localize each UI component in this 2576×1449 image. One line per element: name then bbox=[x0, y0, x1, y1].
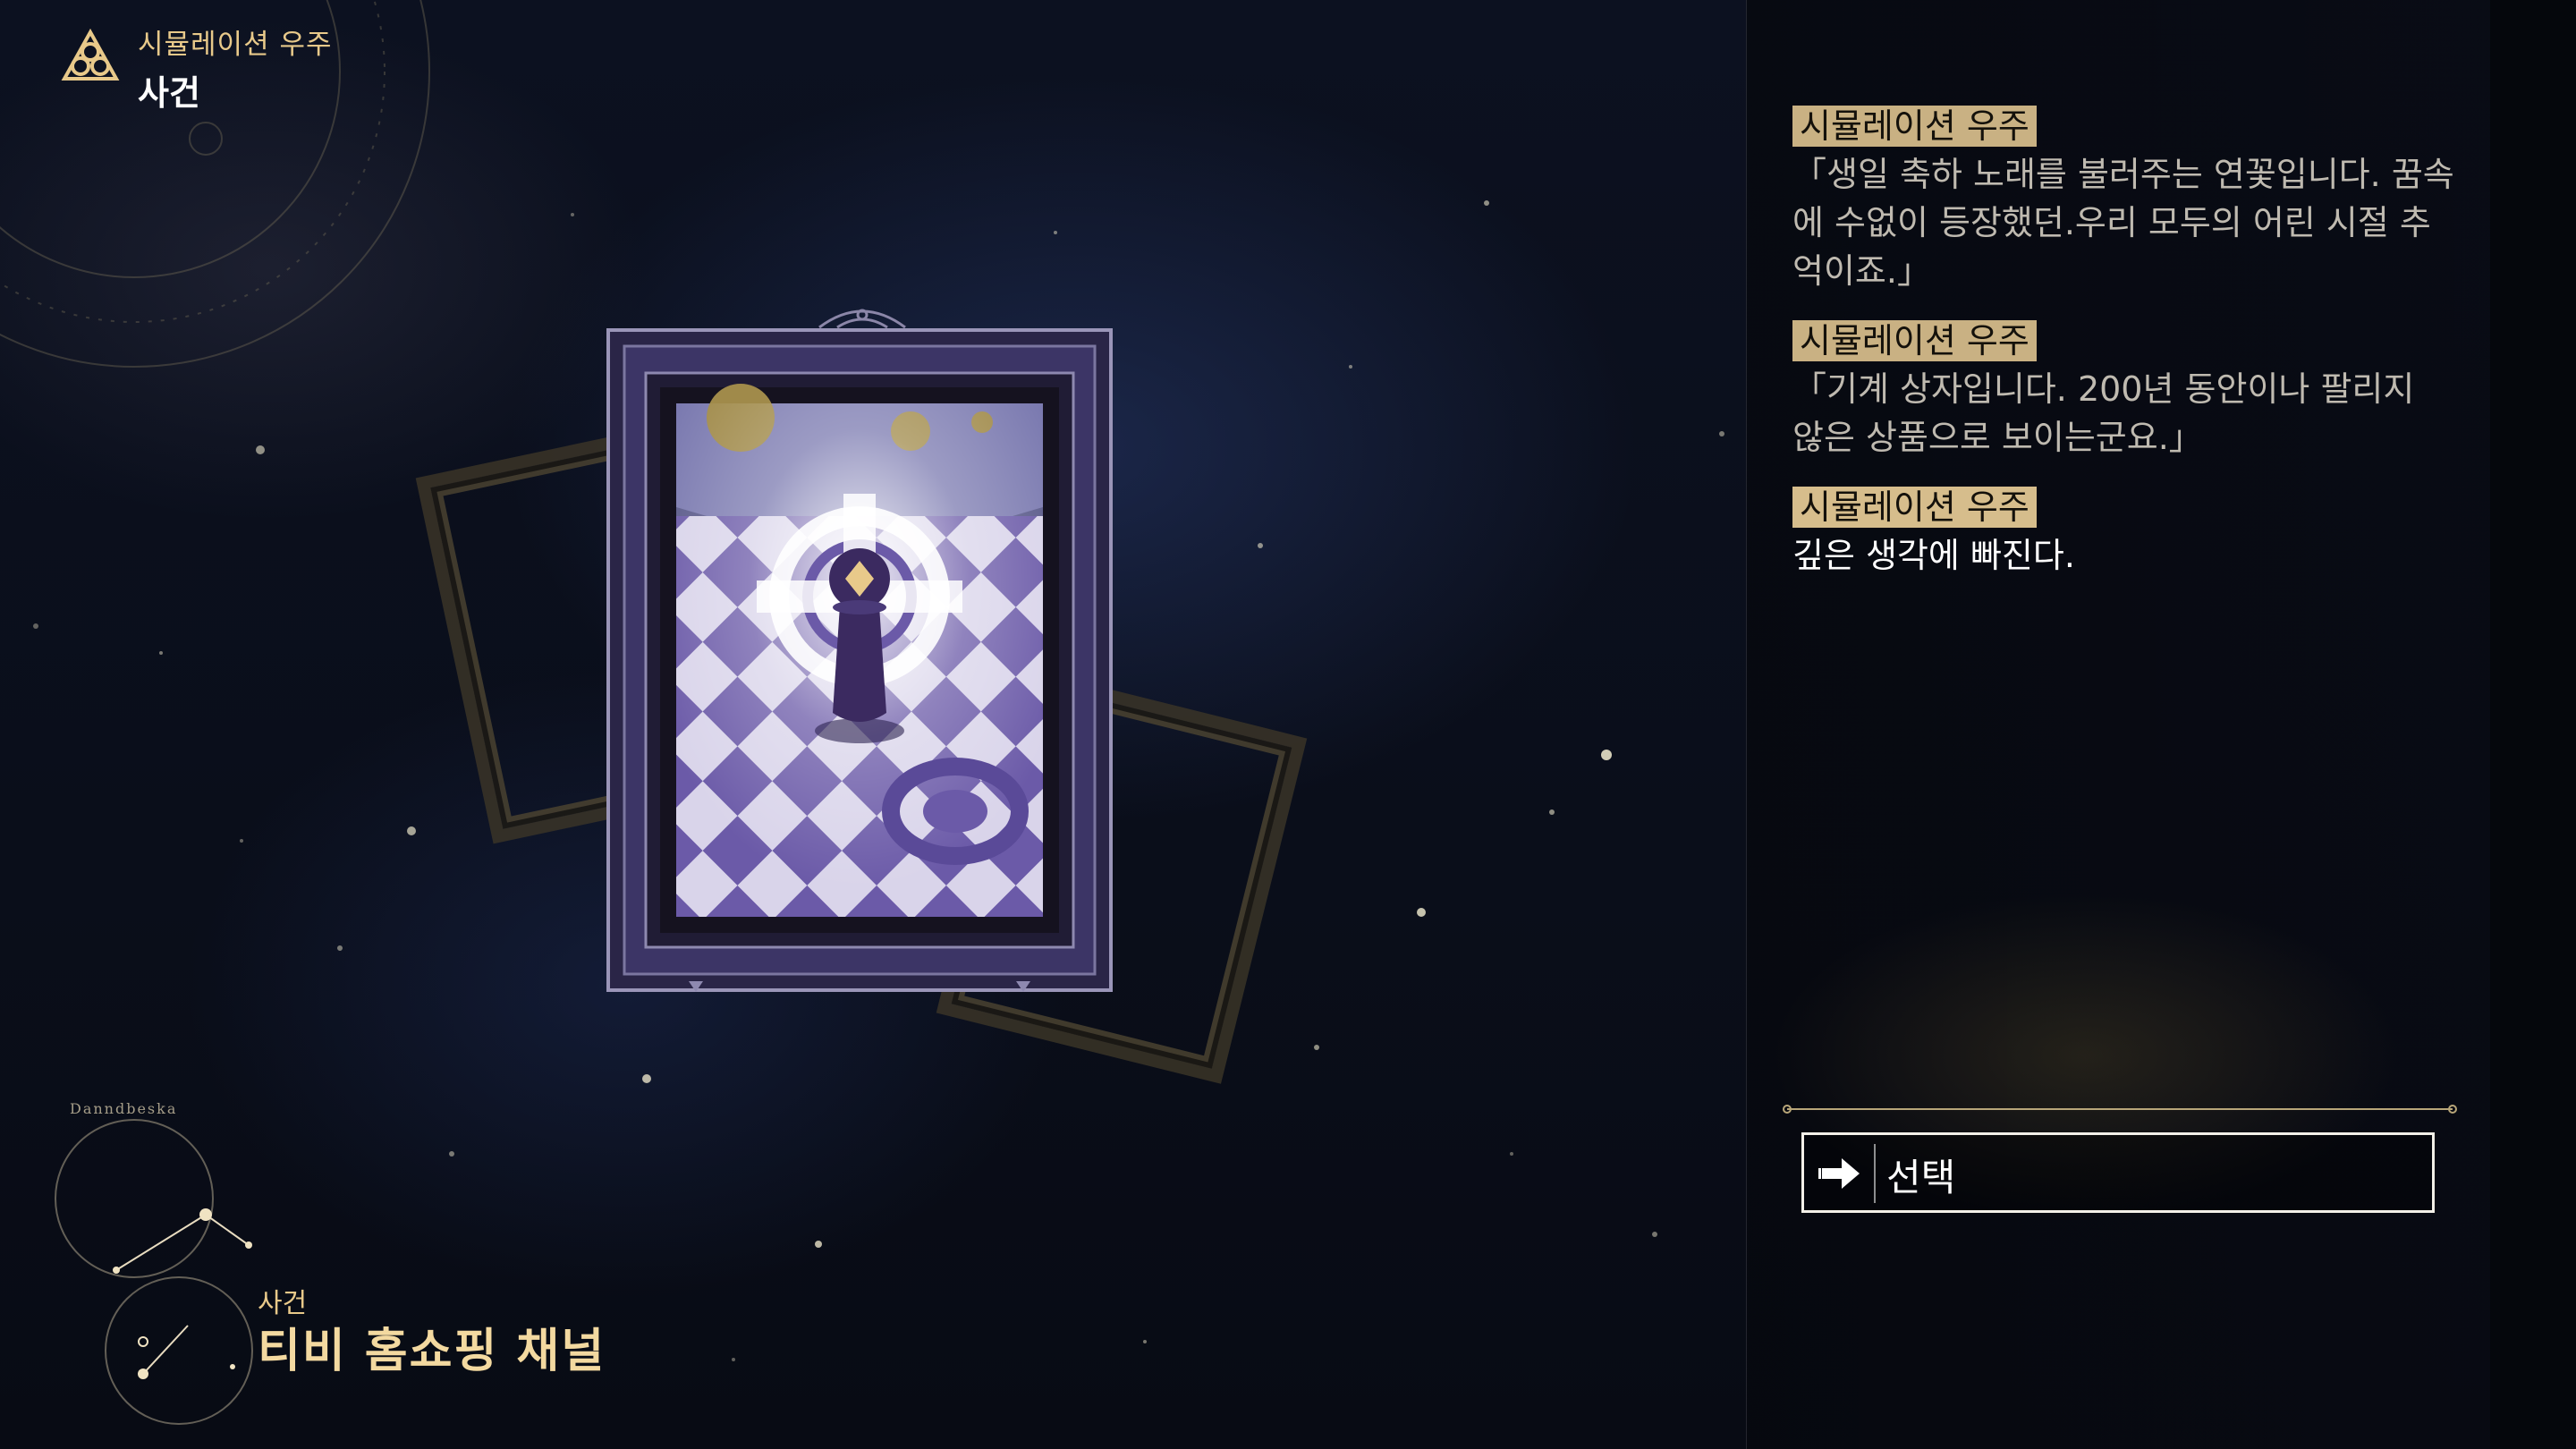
dialog-entry: 시뮬레이션 우주 깊은 생각에 빠진다. bbox=[1792, 487, 2454, 580]
constellation-emblem bbox=[55, 1119, 253, 1425]
dialog-line-current: 깊은 생각에 빠진다. bbox=[1792, 536, 2075, 575]
choice-label: 선택 bbox=[1886, 1156, 1956, 1199]
dialog-entry: 시뮬레이션 우주 「기계 상자입니다. 200년 동안이나 팔리지 않은 상품으… bbox=[1792, 320, 2454, 462]
dialog-line: 「생일 축하 노래를 불러주는 연꽃입니다. 꿈속에 수없이 등장했던.우리 모… bbox=[1792, 155, 2454, 291]
dialog-log: 시뮬레이션 우주 「생일 축하 노래를 불러주는 연꽃입니다. 꿈속에 수없이 … bbox=[1792, 106, 2454, 605]
speaker-tag: 시뮬레이션 우주 bbox=[1792, 320, 2037, 361]
event-name: 티비 홈쇼핑 채널 bbox=[258, 1325, 606, 1378]
choice-button-select[interactable]: 선택 bbox=[1801, 1132, 2435, 1213]
hud-title: 사건 bbox=[138, 73, 200, 113]
speaker-tag: 시뮬레이션 우주 bbox=[1792, 106, 2037, 147]
constellation-label: Danndbeska bbox=[70, 1100, 178, 1117]
event-card-image bbox=[606, 328, 1113, 992]
choice-separator bbox=[1874, 1144, 1876, 1203]
dialog-line: 「기계 상자입니다. 200년 동안이나 팔리지 않은 상품으로 보이는군요.」 bbox=[1792, 369, 2415, 457]
dialog-entry: 시뮬레이션 우주 「생일 축하 노래를 불러주는 연꽃입니다. 꿈속에 수없이 … bbox=[1792, 106, 2454, 295]
choice-divider bbox=[1783, 1105, 2457, 1114]
simulated-universe-logo-icon bbox=[61, 29, 120, 80]
hud-subtitle: 시뮬레이션 우주 bbox=[138, 29, 333, 61]
hud-header: 시뮬레이션 우주 사건 bbox=[138, 21, 333, 114]
arrow-right-icon bbox=[1818, 1158, 1860, 1189]
speaker-tag: 시뮬레이션 우주 bbox=[1792, 487, 2037, 528]
screen-edge bbox=[2490, 0, 2576, 1449]
